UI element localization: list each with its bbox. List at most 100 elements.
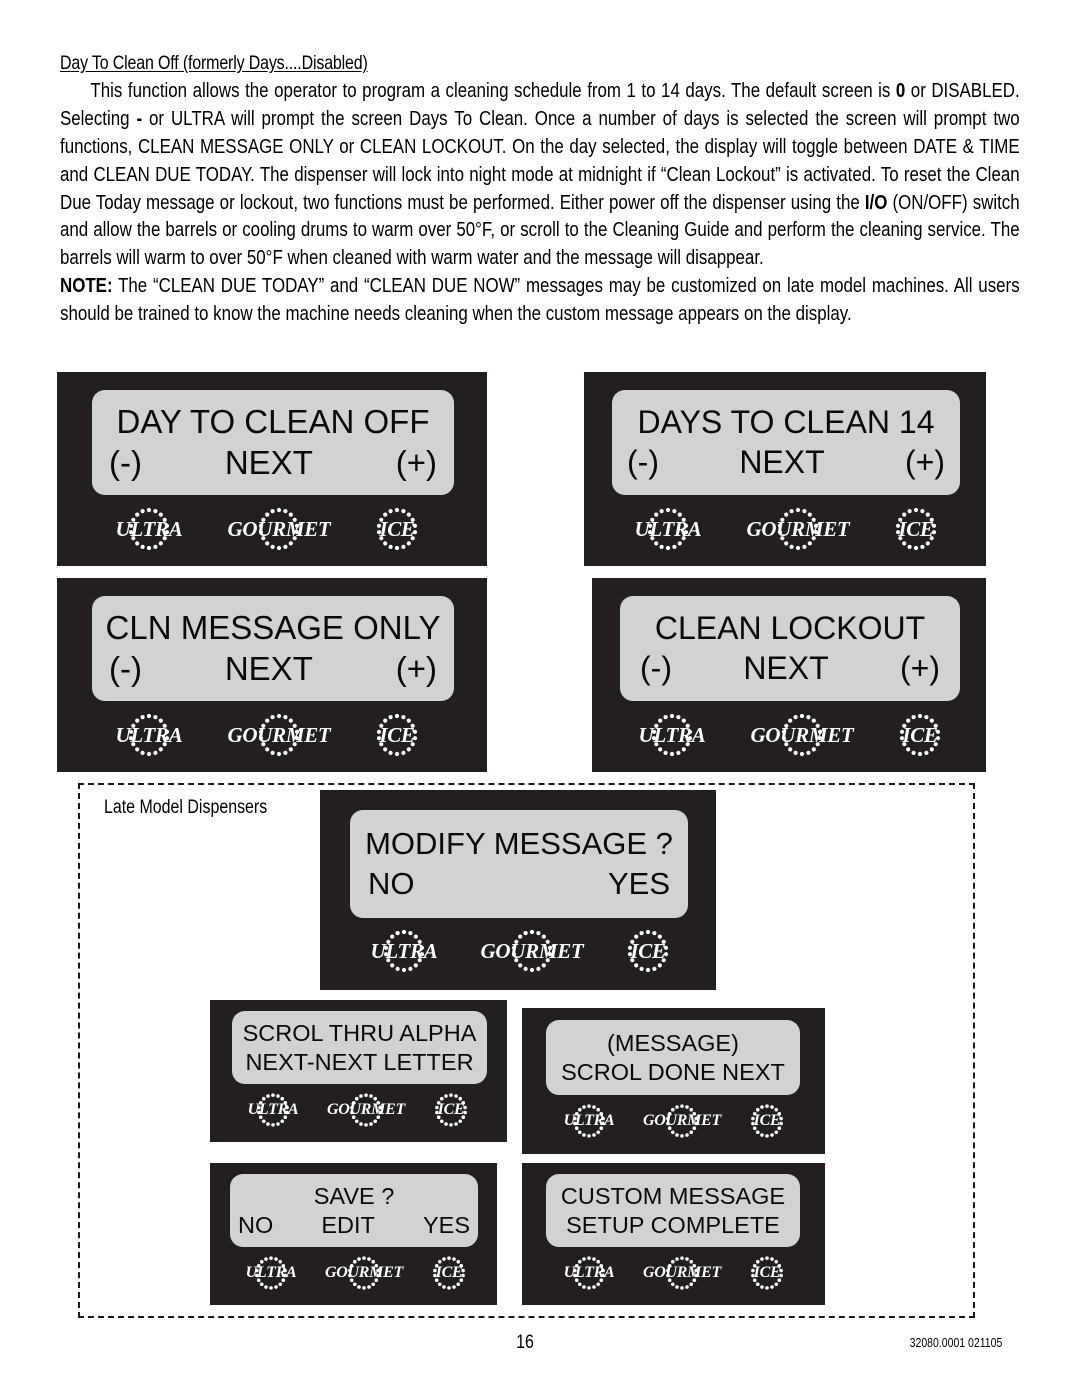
lcd-line2: SCROL DONE NEXT (561, 1058, 785, 1085)
lcd-yes-label: YES (607, 865, 670, 901)
button-ice[interactable]: ICE (428, 1092, 474, 1128)
button-ice[interactable]: ICE (886, 506, 946, 552)
button-label-ultra: ULTRA (247, 1101, 299, 1118)
document-code: 32080.0001 021105 (909, 1336, 1002, 1350)
paragraph-segment-1: This function allows the operator to pro… (90, 80, 896, 102)
lcd-screen: MODIFY MESSAGE ? NO YES (350, 810, 688, 918)
brand-button-row: ULTRA GOURMET ICE (240, 1255, 472, 1291)
button-label-ice: ICE (379, 722, 415, 747)
dispenser-panel-cln-message-only: CLN MESSAGE ONLY (-) NEXT (+) ULTRA GOUR… (57, 578, 487, 772)
button-label-gourmet: GOURMET (643, 1264, 721, 1281)
button-ice[interactable]: ICE (744, 1103, 790, 1139)
button-gourmet[interactable]: GOURMET (318, 1092, 414, 1128)
dispenser-panel-days-to-clean-14: DAYS TO CLEAN 14 (-) NEXT (+) ULTRA GOUR… (584, 372, 986, 566)
button-label-gourmet: GOURMET (227, 722, 331, 747)
button-ice[interactable]: ICE (890, 712, 950, 758)
lcd-screen: SCROL THRU ALPHA NEXT-NEXT LETTER (232, 1011, 487, 1084)
lcd-next-label: NEXT (739, 443, 825, 480)
button-gourmet[interactable]: GOURMET (738, 712, 866, 758)
button-label-ultra: ULTRA (634, 516, 702, 541)
lcd-line1: (MESSAGE) (607, 1030, 739, 1057)
dispenser-panel-message-scrol-done: (MESSAGE) SCROL DONE NEXT ULTRA GOURMET … (522, 1008, 825, 1154)
button-label-ice: ICE (753, 1112, 781, 1129)
lcd-minus-label: (-) (109, 443, 142, 481)
button-gourmet[interactable]: GOURMET (215, 712, 343, 758)
button-ultra[interactable]: ULTRA (558, 1103, 620, 1139)
lcd-no-label: NO (368, 865, 415, 901)
brand-button-row: ULTRA GOURMET ICE (558, 1255, 790, 1291)
section-heading: Day To Clean Off (formerly Days....Disab… (60, 52, 368, 74)
paragraph-bold-zero: 0 (895, 80, 906, 102)
lcd-screen: DAY TO CLEAN OFF (-) NEXT (+) (92, 390, 454, 495)
lcd-screen: (MESSAGE) SCROL DONE NEXT (546, 1020, 800, 1095)
lcd-line1: DAY TO CLEAN OFF (116, 402, 430, 440)
body-paragraph: This function allows the operator to pro… (60, 78, 1020, 329)
button-label-gourmet: GOURMET (480, 938, 584, 963)
button-label-ultra: ULTRA (563, 1264, 615, 1281)
button-label-ice: ICE (753, 1264, 781, 1281)
button-ultra[interactable]: ULTRA (240, 1255, 302, 1291)
button-ultra[interactable]: ULTRA (362, 928, 446, 974)
dispenser-panel-modify-message: MODIFY MESSAGE ? NO YES ULTRA GOURMET IC… (320, 790, 716, 990)
button-ice[interactable]: ICE (744, 1255, 790, 1291)
button-ultra[interactable]: ULTRA (558, 1255, 620, 1291)
lcd-plus-label: (+) (395, 649, 437, 687)
lcd-line2: SETUP COMPLETE (566, 1211, 780, 1238)
lcd-screen: SAVE ? NO EDIT YES (230, 1174, 478, 1247)
lcd-screen: CLEAN LOCKOUT (-) NEXT (+) (620, 596, 960, 701)
button-ultra[interactable]: ULTRA (242, 1092, 304, 1128)
button-label-ice: ICE (898, 516, 934, 541)
button-label-gourmet: GOURMET (327, 1101, 405, 1118)
brand-button-row: ULTRA GOURMET ICE (558, 1103, 790, 1139)
lcd-line1: SCROL THRU ALPHA (242, 1020, 477, 1047)
button-label-gourmet: GOURMET (750, 722, 854, 747)
lcd-minus-label: (-) (627, 443, 659, 480)
dispenser-panel-scrol-thru-alpha: SCROL THRU ALPHA NEXT-NEXT LETTER ULTRA (210, 1000, 507, 1142)
brand-button-row: ULTRA GOURMET ICE (362, 928, 678, 974)
button-label-ultra: ULTRA (563, 1112, 615, 1129)
note-text: The “CLEAN DUE TODAY” and “CLEAN DUE NOW… (60, 275, 1020, 326)
button-gourmet[interactable]: GOURMET (468, 928, 596, 974)
button-ultra[interactable]: ULTRA (630, 712, 714, 758)
lcd-edit-label: EDIT (321, 1211, 375, 1238)
lcd-line1: CLN MESSAGE ONLY (105, 608, 441, 646)
lcd-line1: CUSTOM MESSAGE (560, 1183, 786, 1210)
lcd-plus-label: (+) (395, 443, 437, 481)
note-label: NOTE: (60, 275, 113, 298)
button-gourmet[interactable]: GOURMET (734, 506, 862, 552)
lcd-next-label: NEXT (224, 649, 313, 687)
late-model-dispensers-label: Late Model Dispensers (104, 797, 268, 818)
lcd-next-label: NEXT (224, 443, 313, 481)
brand-button-row: ULTRA GOURMET ICE (107, 506, 427, 552)
button-label-ultra: ULTRA (638, 722, 706, 747)
brand-button-row: ULTRA GOURMET ICE (630, 712, 950, 758)
button-label-ice: ICE (902, 722, 938, 747)
button-gourmet[interactable]: GOURMET (316, 1255, 412, 1291)
lcd-line1: DAYS TO CLEAN 14 (637, 403, 935, 440)
button-label-ice: ICE (435, 1264, 463, 1281)
lcd-plus-label: (+) (900, 649, 940, 686)
button-label-ice: ICE (630, 938, 666, 963)
button-ice[interactable]: ICE (618, 928, 678, 974)
button-label-ice: ICE (437, 1101, 465, 1118)
button-gourmet[interactable]: GOURMET (634, 1255, 730, 1291)
dispenser-panel-clean-lockout: CLEAN LOCKOUT (-) NEXT (+) ULTRA GOURMET… (592, 578, 986, 772)
button-gourmet[interactable]: GOURMET (634, 1103, 730, 1139)
button-ultra[interactable]: ULTRA (107, 506, 191, 552)
button-label-ultra: ULTRA (115, 722, 183, 747)
lcd-screen: CLN MESSAGE ONLY (-) NEXT (+) (92, 596, 454, 701)
button-ice[interactable]: ICE (367, 712, 427, 758)
button-ultra[interactable]: ULTRA (107, 712, 191, 758)
lcd-line1: CLEAN LOCKOUT (654, 609, 926, 646)
brand-button-row: ULTRA GOURMET ICE (107, 712, 427, 758)
brand-button-row: ULTRA GOURMET ICE (626, 506, 946, 552)
button-ultra[interactable]: ULTRA (626, 506, 710, 552)
article-text-block: Day To Clean Off (formerly Days....Disab… (60, 52, 1020, 329)
lcd-screen: CUSTOM MESSAGE SETUP COMPLETE (546, 1174, 800, 1247)
button-ice[interactable]: ICE (426, 1255, 472, 1291)
button-ice[interactable]: ICE (367, 506, 427, 552)
dispenser-panel-day-to-clean-off: DAY TO CLEAN OFF (-) NEXT (+) ULTRA GOUR… (57, 372, 487, 566)
lcd-next-label: NEXT (743, 649, 829, 686)
button-gourmet[interactable]: GOURMET (215, 506, 343, 552)
button-label-gourmet: GOURMET (643, 1112, 721, 1129)
